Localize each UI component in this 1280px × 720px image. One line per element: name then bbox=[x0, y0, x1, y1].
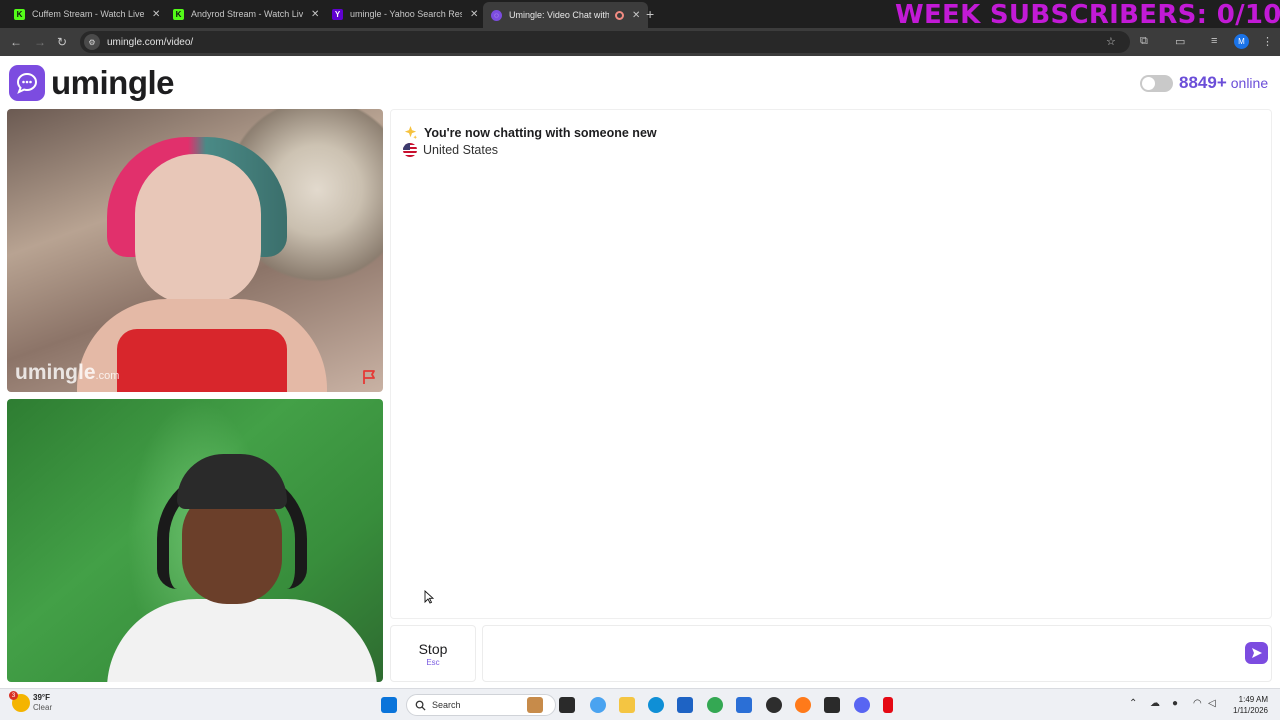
microphone-icon[interactable]: ● bbox=[1172, 698, 1178, 709]
task-view-icon[interactable] bbox=[559, 697, 575, 713]
tab-title: umingle - Yahoo Search Results bbox=[350, 9, 462, 19]
extensions-icon[interactable]: ⧉ bbox=[1140, 35, 1148, 48]
new-tab-icon[interactable]: + bbox=[646, 6, 654, 22]
wifi-icon[interactable]: ◠ bbox=[1193, 698, 1202, 709]
browser-tab-active[interactable]: ◌ Umingle: Video Chat with S ✕ bbox=[483, 2, 649, 28]
browser-tab-bar: K Cuffem Stream - Watch Live on ✕ K Andy… bbox=[0, 0, 1280, 30]
clock-time: 1:49 AM bbox=[1238, 695, 1268, 704]
system-message-text: You're now chatting with someone new bbox=[424, 125, 657, 140]
address-url: umingle.com/video/ bbox=[107, 36, 194, 48]
online-indicator: 8849+ online bbox=[1140, 73, 1268, 93]
stranger-video: umingle.com bbox=[7, 109, 383, 392]
message-box bbox=[482, 625, 1272, 682]
store-icon[interactable] bbox=[677, 697, 693, 713]
browser-toolbar: ← → ↻ ⚙ umingle.com/video/ ☆ ⧉ ▭ ≡ ⋮ bbox=[0, 28, 1280, 56]
online-label: online bbox=[1230, 75, 1269, 91]
close-tab-icon[interactable]: ✕ bbox=[152, 9, 160, 20]
forward-icon[interactable]: → bbox=[34, 35, 46, 49]
kick-icon: K bbox=[14, 8, 25, 20]
bookmark-star-icon[interactable]: ☆ bbox=[1106, 35, 1116, 48]
video-watermark: umingle.com bbox=[15, 361, 120, 384]
system-message: You're now chatting with someone new bbox=[403, 125, 657, 140]
notification-badge: 3 bbox=[9, 691, 18, 700]
umingle-icon: ◌ bbox=[491, 9, 502, 21]
firefox-icon[interactable] bbox=[795, 697, 811, 713]
windows-start-icon[interactable] bbox=[381, 697, 397, 713]
self-video bbox=[7, 399, 383, 682]
cast-icon[interactable]: ▭ bbox=[1175, 35, 1185, 48]
taskbar: 3 39°F Clear Search ⌃ ☁ ● ◠ ◁ 1:49 AM 1/… bbox=[0, 688, 1280, 720]
stop-shortcut: Esc bbox=[426, 657, 440, 667]
dark-mode-toggle[interactable] bbox=[1140, 74, 1173, 92]
report-flag-icon[interactable] bbox=[361, 369, 377, 385]
back-icon[interactable]: ← bbox=[10, 35, 22, 49]
obs-icon[interactable] bbox=[766, 697, 782, 713]
close-tab-icon[interactable]: ✕ bbox=[632, 10, 640, 21]
country-name: United States bbox=[423, 143, 499, 157]
logo-text: umingle bbox=[51, 64, 175, 101]
stream-overlay-text: WEEK SUBSCRIBERS: 0/10 bbox=[895, 0, 1280, 30]
video-person-face bbox=[135, 154, 261, 304]
us-flag-icon bbox=[403, 143, 417, 157]
weather-widget[interactable]: 3 39°F Clear bbox=[9, 691, 53, 713]
sparkle-icon bbox=[404, 125, 418, 140]
stop-button[interactable]: Stop Esc bbox=[390, 625, 476, 682]
stranger-country: United States bbox=[403, 143, 498, 157]
video-person-clothing bbox=[117, 329, 287, 392]
widgets-icon[interactable] bbox=[527, 697, 543, 713]
site-logo[interactable]: umingle bbox=[9, 64, 175, 102]
weather-desc: Clear bbox=[33, 703, 53, 712]
address-bar[interactable]: ⚙ umingle.com/video/ bbox=[80, 31, 1130, 53]
tray-chevron-icon[interactable]: ⌃ bbox=[1129, 698, 1137, 709]
online-count: 8849+ bbox=[1179, 73, 1227, 92]
umingle-page: umingle 8849+ online umingle.com You're … bbox=[0, 56, 1280, 688]
onedrive-icon[interactable]: ☁ bbox=[1150, 698, 1160, 709]
send-button[interactable] bbox=[1245, 642, 1268, 664]
netflix-icon[interactable] bbox=[883, 697, 893, 713]
outlook-icon[interactable] bbox=[736, 697, 752, 713]
system-clock[interactable]: 1:49 AM 1/11/2026 bbox=[1222, 694, 1268, 716]
message-input[interactable] bbox=[493, 626, 1233, 681]
copilot-icon[interactable] bbox=[590, 697, 606, 713]
weather-sun-icon: 3 bbox=[9, 691, 30, 712]
chat-bubble-icon bbox=[9, 65, 45, 101]
kick-icon: K bbox=[173, 8, 184, 20]
recording-icon bbox=[615, 10, 624, 20]
send-icon bbox=[1251, 648, 1262, 658]
edge-icon[interactable] bbox=[648, 697, 664, 713]
search-icon bbox=[415, 700, 426, 711]
epic-games-icon[interactable] bbox=[824, 697, 840, 713]
browser-tab[interactable]: K Cuffem Stream - Watch Live on ✕ bbox=[6, 4, 168, 24]
volume-icon[interactable]: ◁ bbox=[1208, 698, 1216, 709]
file-explorer-icon[interactable] bbox=[619, 697, 635, 713]
browser-tab[interactable]: Y umingle - Yahoo Search Results ✕ bbox=[324, 4, 486, 24]
chrome-icon[interactable] bbox=[707, 697, 723, 713]
yahoo-icon: Y bbox=[332, 8, 343, 20]
mouse-cursor-icon bbox=[424, 590, 434, 604]
close-tab-icon[interactable]: ✕ bbox=[470, 9, 478, 20]
clock-date: 1/11/2026 bbox=[1233, 706, 1268, 715]
tab-title: Andyrod Stream - Watch Live o bbox=[191, 9, 303, 19]
reload-icon[interactable]: ↻ bbox=[57, 35, 67, 49]
browser-tab[interactable]: K Andyrod Stream - Watch Live o ✕ bbox=[165, 4, 327, 24]
discord-icon[interactable] bbox=[854, 697, 870, 713]
search-label: Search bbox=[432, 700, 461, 710]
profile-avatar[interactable]: M bbox=[1234, 34, 1249, 49]
weather-temp: 39°F bbox=[33, 693, 50, 702]
stop-label: Stop bbox=[418, 640, 448, 657]
media-control-icon[interactable]: ≡ bbox=[1211, 35, 1217, 47]
tab-title: Cuffem Stream - Watch Live on bbox=[32, 9, 144, 19]
site-info-icon[interactable]: ⚙ bbox=[84, 34, 100, 50]
close-tab-icon[interactable]: ✕ bbox=[311, 9, 319, 20]
tab-title: Umingle: Video Chat with S bbox=[509, 10, 609, 20]
chat-panel: You're now chatting with someone new Uni… bbox=[390, 109, 1272, 619]
menu-icon[interactable]: ⋮ bbox=[1262, 35, 1273, 48]
